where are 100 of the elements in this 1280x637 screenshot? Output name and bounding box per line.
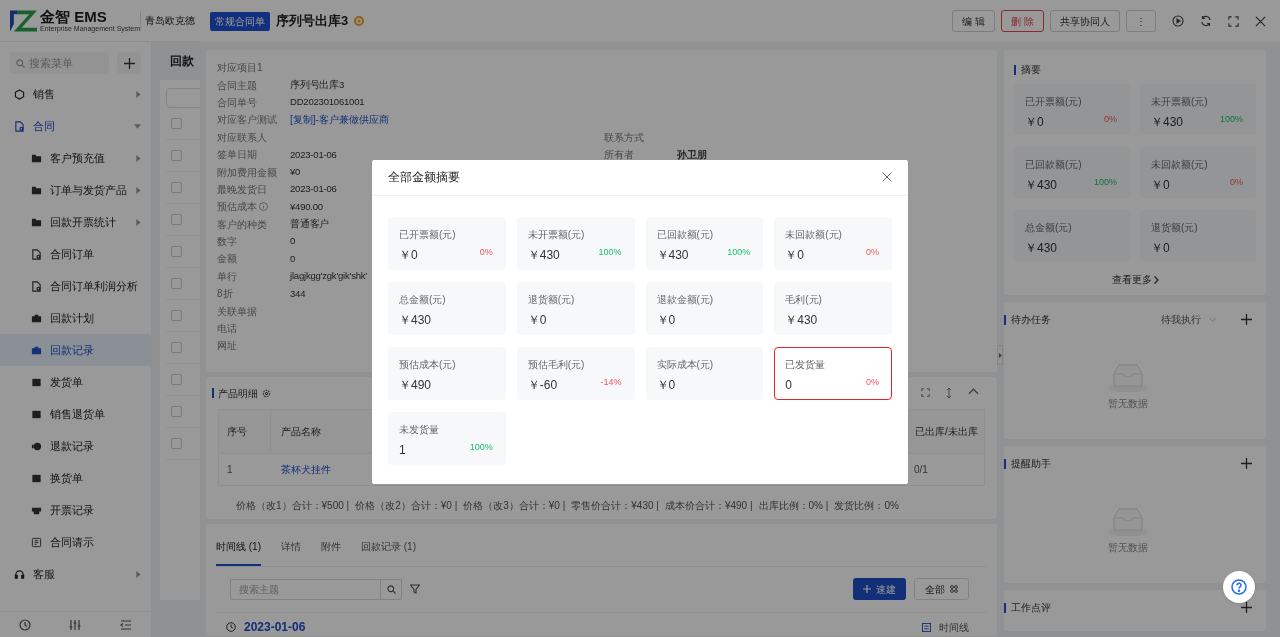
tile-value: ￥430 [1025,240,1058,257]
close-icon[interactable] [882,172,892,182]
submenu-item[interactable]: 合同订单利润分析 [0,270,151,302]
plus-icon[interactable] [1241,458,1252,469]
submenu-item[interactable]: 换货单 [0,462,151,494]
submenu-item[interactable]: 合同订单 [0,238,151,270]
checkbox[interactable] [171,310,182,321]
tab[interactable]: 附件 [321,539,341,566]
menu-label: 合同订单 [50,246,95,262]
totals-text: 价格（改2）合计：¥0 | [355,499,458,513]
field-value: 0 [290,251,296,266]
fullscreen-icon[interactable] [1228,15,1239,27]
quick-create-button[interactable]: 速建 [853,578,906,600]
clock-icon [226,622,236,632]
tab[interactable]: 时间线 (1) [216,539,261,566]
checkbox[interactable] [171,214,182,225]
totals-text: 价格（改3）合计：¥0 | [463,499,566,513]
submenu-item[interactable]: 开票记录 [0,494,151,526]
field-label: 对应客户测试 [217,113,277,128]
checkbox[interactable] [171,118,182,129]
field-value: 孙卫朋 [677,148,707,163]
caret-right-icon [136,154,141,162]
gear-icon[interactable] [262,388,271,398]
tile-value: ￥0 [656,376,676,394]
view-label: 时间线 [939,620,969,635]
tab[interactable]: 回款记录 (1) [361,539,416,566]
close-icon[interactable] [1255,15,1266,27]
submenu-item[interactable]: 回款计划 [0,302,151,334]
field-label: 网址 [217,339,237,354]
menu-item[interactable]: 客服 [0,558,151,590]
sliders-icon[interactable] [69,618,82,631]
contract-tag: 常规合同单 [210,11,270,31]
play-icon[interactable] [1172,15,1184,27]
collapse-handle[interactable] [997,345,1003,365]
tile-label: 退款金额(元) [656,292,715,307]
checkbox[interactable] [171,342,182,353]
submenu-item[interactable]: 销售退货单 [0,398,151,430]
search-icon[interactable] [386,584,396,594]
briefcase-icon [31,312,42,324]
menu-item[interactable]: 销售 [0,78,151,110]
tile-label: 预估毛利(元) [527,357,586,372]
checkbox[interactable] [171,246,182,257]
box-icon [31,472,42,484]
tile-percent: 100% [469,440,493,454]
vertical-arrows-icon[interactable] [946,388,952,398]
action-button[interactable]: 共享协同人 [1050,10,1120,32]
plus-icon[interactable] [1241,602,1252,613]
checkbox[interactable] [171,150,182,161]
tile-percent: 0% [1230,176,1243,189]
submenu-item[interactable]: 客户预充值 [0,142,151,174]
tile-label: 实际成本(元) [656,357,715,372]
history-icon[interactable] [19,618,32,631]
field-value: ¥490.00 [290,199,323,214]
checkbox[interactable] [171,406,182,417]
menu-item[interactable]: 合同 [0,110,151,142]
field-value: 序列号出库3 [290,77,345,92]
customer-link[interactable]: [复制]-客户兼做供应商 [290,112,389,128]
menu-label: 回款记录 [50,342,95,358]
chevron-up-icon[interactable] [968,388,979,395]
submenu-item[interactable]: 回款开票统计 [0,206,151,238]
submenu-item[interactable]: 合同请示 [0,526,151,558]
plus-icon[interactable] [1241,314,1252,325]
tile-value: ￥430 [527,246,560,264]
fullscreen-icon[interactable] [921,388,930,397]
menu-label: 合同 [33,118,56,134]
checkbox[interactable] [171,182,182,193]
checkbox[interactable] [171,278,182,289]
field-value: 0 [290,234,296,249]
caret-right-icon [136,186,141,194]
submenu-item[interactable]: 退款记录 [0,430,151,462]
submenu-item[interactable]: 订单与发货产品 [0,174,151,206]
caret-right-icon [136,570,141,578]
tile-value: ￥430 [1025,177,1058,194]
document-icon [14,120,25,132]
product-link[interactable]: 茶杯犬挂件 [281,464,331,475]
action-button[interactable]: ⋮ [1126,10,1156,32]
field-label: 合同主题 [217,78,257,93]
section-title: 工作点评 [1011,601,1052,615]
tile-label: 已开票额(元) [399,227,457,242]
tab[interactable]: 详情 [281,539,301,566]
checkbox[interactable] [171,438,182,449]
tile-percent: 100% [1093,176,1117,189]
tile-value: ￥490 [399,376,432,394]
view-more-link[interactable]: 查看更多 [1111,272,1159,287]
plus-icon [863,585,871,593]
add-button[interactable] [117,52,141,74]
caret-right-icon [136,218,141,226]
filter-dropdown[interactable]: 待我执行 [1161,312,1216,327]
refresh-icon[interactable] [1200,15,1212,27]
submenu-item[interactable]: 发货单 [0,366,151,398]
field-value: 2023-01-06 [290,182,337,197]
action-button[interactable]: 编 辑 [952,10,996,32]
submenu-item[interactable]: 回款记录 [0,334,151,366]
all-button[interactable]: 全部 [914,578,969,600]
menu-collapse-icon[interactable] [119,618,132,631]
checkbox[interactable] [171,374,182,385]
plus-icon[interactable] [123,57,135,69]
filter-icon[interactable] [410,584,420,594]
form-icon [31,536,42,548]
document-icon [31,280,42,292]
